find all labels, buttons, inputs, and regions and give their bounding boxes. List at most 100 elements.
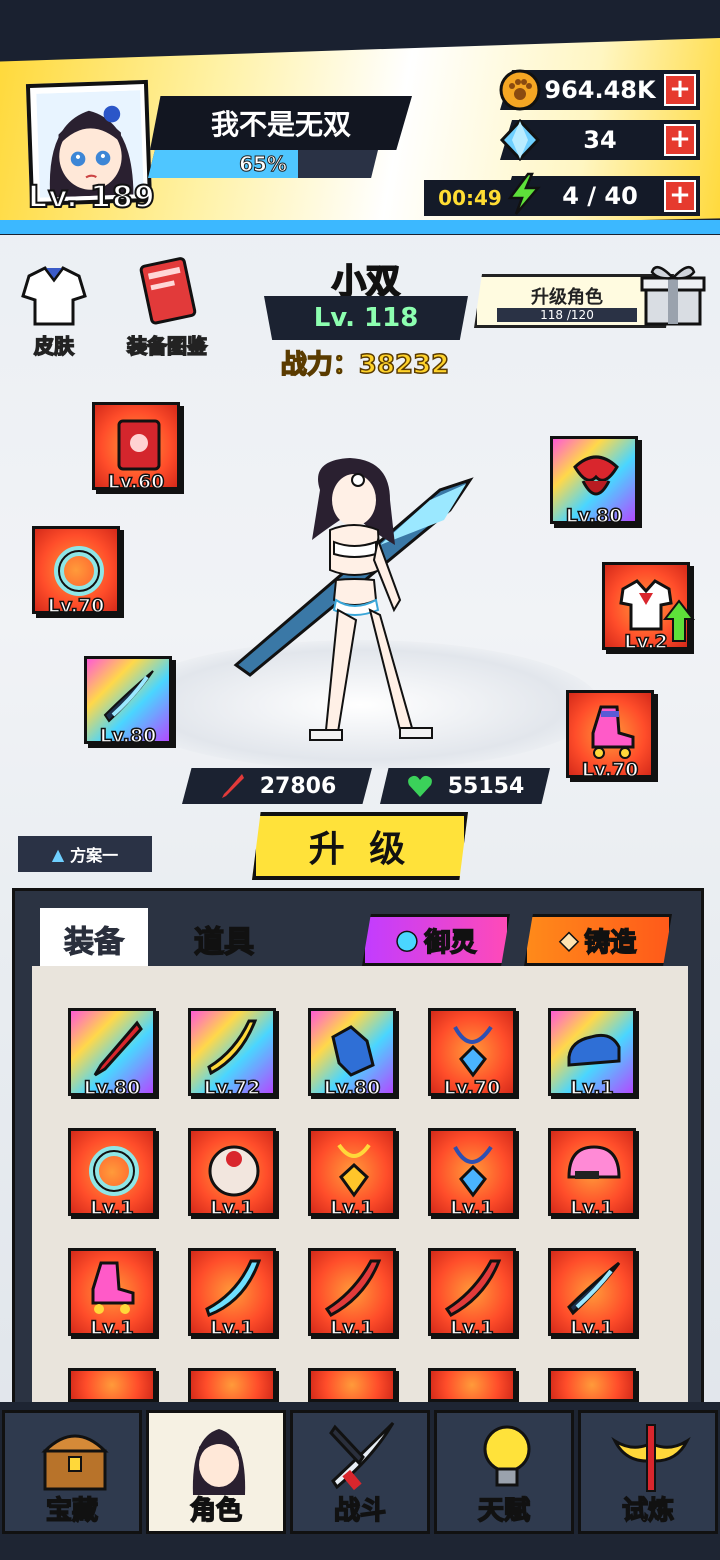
hero-character-sprite [233,458,474,741]
nav-trial[interactable]: 试炼 [578,1410,718,1534]
spirit-label: 御灵 [424,927,478,959]
inventory-item[interactable]: Lv.1 [308,1128,396,1220]
inventory-item[interactable]: Lv.80 [308,1008,396,1100]
inventory-item[interactable]: Lv.1 [428,1248,516,1340]
inventory-item-level: Lv.1 [450,1316,495,1340]
equip-slot-book[interactable]: Lv.60 [92,402,180,494]
player-level: Lv. 189 [27,179,156,216]
inventory-item[interactable]: Lv.1 [548,1248,636,1340]
nav-trial-label: 试炼 [621,1495,675,1527]
energy-value: 4 / 40 [562,182,638,210]
dark-blade-icon [567,1261,621,1316]
red-scarf-icon [573,455,619,496]
orb-ring-icon [208,1145,260,1197]
inventory-item-partial[interactable] [428,1368,516,1402]
inventory-item[interactable]: Lv.1 [428,1128,516,1220]
inventory-item[interactable]: Lv.1 [68,1128,156,1220]
inventory-item-level: Lv.1 [330,1196,375,1220]
codex-label: 装备图鉴 [126,333,208,359]
add-gems-button[interactable]: + [664,124,696,156]
equip-slot-weapon[interactable]: Lv.80 [84,656,172,748]
blue-gem-necklace-icon [453,1025,493,1078]
inventory-item[interactable]: Lv.70 [428,1008,516,1100]
equip-slot-shoes[interactable]: Lv.70 [566,690,654,782]
inventory-item-level: Lv.1 [90,1316,135,1340]
equip-slot-level: Lv.70 [47,594,105,618]
add-coins-button[interactable]: + [664,74,696,106]
scimitar-icon [205,1259,262,1317]
paw-coin-icon [499,69,541,111]
equip-slot-level: Lv.80 [565,504,623,528]
attack-value: 27806 [259,773,337,799]
gift-box-icon[interactable] [636,256,710,330]
skin-label: 皮肤 [33,333,75,359]
inventory-item-level: Lv.1 [210,1316,255,1340]
inventory-item-level: Lv.1 [570,1196,615,1220]
equip-slot-ring[interactable]: Lv.70 [32,526,120,618]
pink-helmet-icon [567,1145,621,1179]
scheme-label: 方案一 [70,846,119,865]
lightbulb-icon [483,1425,531,1487]
inventory-item-partial[interactable] [308,1368,396,1402]
hp-stat: 55154 [380,768,550,804]
nav-character-label: 角色 [189,1495,243,1527]
sword-attack-icon [221,774,244,798]
inventory-item-partial[interactable] [68,1368,156,1402]
equip-slot-outfit[interactable]: Lv.2 [602,562,695,654]
inventory-item-level: Lv.1 [570,1316,615,1340]
lightning-energy-icon [507,172,541,215]
inventory-item-level: Lv.70 [443,1076,501,1100]
inventory-item-level: Lv.1 [450,1196,495,1220]
nav-treasure[interactable]: 宝藏 [2,1410,142,1534]
tab-items[interactable]: 道具 [170,908,278,970]
inventory-item[interactable]: Lv.1 [188,1128,276,1220]
red-blade-icon [444,1259,502,1317]
forge-label: 铸造 [583,927,637,959]
inventory-item[interactable]: Lv.1 [68,1248,156,1340]
scheme-selector[interactable]: ▲ 方案一 [18,836,152,872]
skin-button[interactable]: 皮肤 [12,262,96,359]
hero-name: 小双 [331,261,401,303]
inventory-item[interactable]: Lv.1 [188,1248,276,1340]
banana-sword-icon [207,1019,258,1076]
add-energy-button[interactable]: + [664,180,696,212]
top-bar-stripe [0,220,720,234]
inventory-item[interactable]: Lv.1 [548,1128,636,1220]
inventory-item[interactable]: Lv.72 [188,1008,276,1100]
treasure-chest-icon [41,1434,109,1491]
inventory-item-level: Lv.1 [330,1316,375,1340]
dark-blade-icon [103,670,154,723]
player-name: 我不是无双 [150,96,412,150]
power-value: 38232 [358,349,450,381]
forge-button[interactable]: ◆ 铸造 [524,914,672,966]
nav-talent[interactable]: 天赋 [434,1410,574,1534]
nav-character[interactable]: 角色 [146,1410,286,1534]
nav-talent-label: 天赋 [477,1495,531,1527]
upgrade-role-progress: 118 /120 [497,308,637,322]
tab-equipment[interactable]: 装备 [40,908,148,970]
upgrade-button[interactable]: 升 级 [252,812,468,880]
inventory-item[interactable]: Lv.1 [308,1248,396,1340]
equip-slot-level: Lv.70 [581,758,639,782]
uniform-skin-icon [21,266,87,326]
equip-slot-necklace[interactable]: Lv.80 [550,436,638,528]
blue-gem-necklace-icon [453,1145,493,1198]
inventory-item[interactable]: Lv.80 [68,1008,156,1100]
hero-power: 战力：38232 [270,344,460,381]
red-sword-icon [93,1020,143,1077]
crossed-swords-icon [329,1421,395,1491]
inventory-item-level: Lv.80 [323,1076,381,1100]
heart-hp-icon [407,775,432,797]
spirit-button[interactable]: ● 御灵 [362,914,510,966]
inventory-item-level: Lv.72 [203,1076,261,1100]
inventory-item-partial[interactable] [548,1368,636,1402]
hero-level: Lv. 118 [264,296,468,340]
red-blade-icon [324,1259,382,1317]
hammer-icon: ◆ [559,925,579,955]
nav-battle[interactable]: 战斗 [290,1410,430,1534]
inventory-item[interactable]: Lv.1 [548,1008,636,1100]
nav-battle-label: 战斗 [333,1495,387,1527]
codex-button[interactable]: 装备图鉴 [112,256,222,359]
equip-slot-level: Lv.80 [99,724,157,748]
inventory-item-partial[interactable] [188,1368,276,1402]
